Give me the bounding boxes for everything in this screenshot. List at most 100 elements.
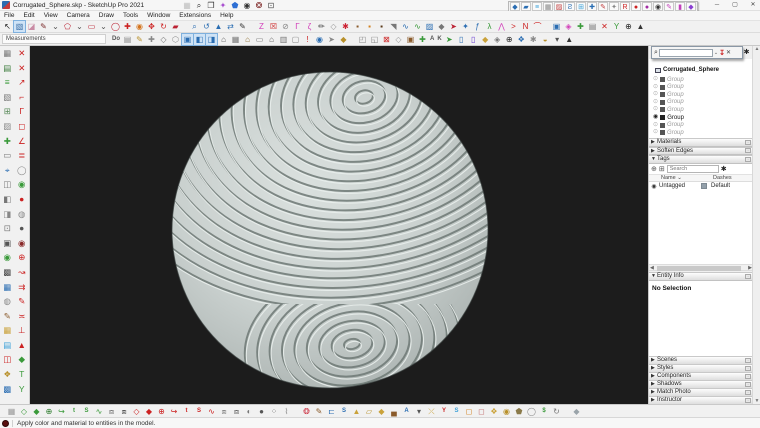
- section-menu-button[interactable]: ·: [745, 357, 751, 363]
- plugin-tool-icon[interactable]: ▪: [376, 21, 387, 32]
- pin-icon[interactable]: ↧: [719, 49, 725, 57]
- plugin-tool-icon[interactable]: ⌄: [74, 21, 85, 32]
- eye-icon[interactable]: ◉: [649, 183, 659, 190]
- plugin-tool-icon[interactable]: ↪: [56, 406, 67, 417]
- plugin-tool-icon[interactable]: A: [401, 406, 412, 417]
- outliner-group-row[interactable]: ⊙ Group: [653, 91, 684, 98]
- tags-details-icon[interactable]: ✱: [721, 165, 727, 173]
- plugin-tool-icon[interactable]: ▪: [352, 21, 363, 32]
- menu-item-tools[interactable]: Tools: [123, 12, 138, 19]
- plugin-tool-icon[interactable]: $: [539, 406, 550, 417]
- plugin-tool-icon[interactable]: ➤: [444, 34, 455, 45]
- plugin-tool-icon[interactable]: ◆: [480, 34, 491, 45]
- plugin-tool-icon[interactable]: ⌒: [532, 21, 543, 32]
- plugin-tool-icon[interactable]: ◉: [653, 2, 663, 11]
- menu-item-help[interactable]: Help: [220, 12, 233, 19]
- plugin-tool-icon[interactable]: ▤: [1, 62, 13, 74]
- plugin-tool-icon[interactable]: ◆: [436, 21, 447, 32]
- plugin-tool-icon[interactable]: ✦: [460, 21, 471, 32]
- plugin-tool-icon[interactable]: ⊕: [623, 21, 634, 32]
- section-menu-button[interactable]: ·: [745, 365, 751, 371]
- plugin-tool-icon[interactable]: K: [436, 34, 442, 45]
- plugin-tool-icon[interactable]: ▣: [405, 34, 416, 45]
- plugin-tool-icon[interactable]: ↗: [16, 76, 28, 88]
- plugin-tool-icon[interactable]: ✎: [16, 295, 28, 307]
- plugin-tool-icon[interactable]: S: [339, 406, 350, 417]
- plugin-tool-icon[interactable]: ✕: [599, 21, 610, 32]
- pen-icon[interactable]: ✎: [237, 21, 248, 32]
- plugin-tool-icon[interactable]: ▨: [424, 21, 435, 32]
- pencil-icon[interactable]: ✎: [38, 21, 49, 32]
- plugin-tool-icon[interactable]: ▩: [1, 266, 13, 278]
- plugin-tool-icon[interactable]: ◍: [1, 295, 13, 307]
- plugin-tool-icon[interactable]: ▢: [290, 34, 301, 45]
- plugin-tool-icon[interactable]: ◈: [492, 34, 503, 45]
- plugin-tool-icon[interactable]: >: [508, 21, 519, 32]
- plugin-tool-icon[interactable]: ▦: [6, 406, 17, 417]
- section-menu-button[interactable]: ·: [745, 148, 751, 154]
- lock-user-icon[interactable]: ⬟: [230, 1, 240, 11]
- house-icon[interactable]: ⌂: [266, 34, 277, 45]
- plugin-tool-icon[interactable]: ✕: [16, 62, 28, 74]
- tags-search-input[interactable]: [666, 164, 719, 173]
- plugin-tool-icon[interactable]: Y: [439, 406, 450, 417]
- outliner-group-row[interactable]: ◉ Group: [653, 114, 684, 121]
- plugin-tool-icon[interactable]: ⌄: [50, 21, 61, 32]
- plugin-tool-icon[interactable]: ⊠: [381, 34, 392, 45]
- plugin-tool-icon[interactable]: ✕: [16, 47, 28, 59]
- plugin-tool-icon[interactable]: ▦: [1, 324, 13, 336]
- plugin-tool-icon[interactable]: ✚: [417, 34, 428, 45]
- screen-share-icon[interactable]: ⊡: [266, 1, 276, 11]
- tag-row-untagged[interactable]: ◉ Untagged Default: [649, 182, 753, 190]
- plugin-tool-icon[interactable]: ●: [16, 222, 28, 234]
- plugin-tool-icon[interactable]: ▣: [181, 32, 194, 46]
- eye-icon[interactable]: ⊙: [653, 84, 658, 91]
- plugin-tool-icon[interactable]: ◨: [205, 32, 218, 46]
- plugin-tool-icon[interactable]: ✎: [134, 34, 145, 45]
- plugin-tool-icon[interactable]: t: [181, 406, 192, 417]
- plugin-tool-icon[interactable]: ◒: [540, 34, 551, 45]
- outliner-group-row[interactable]: ⊙ Group: [653, 129, 684, 136]
- plugin-tool-icon[interactable]: ◉: [1, 251, 13, 263]
- help-circle-icon[interactable]: [2, 419, 9, 427]
- plugin-tool-icon[interactable]: Ƨ: [565, 2, 575, 11]
- section-menu-button[interactable]: ·: [745, 156, 751, 162]
- plugin-tool-icon[interactable]: ∿: [400, 21, 411, 32]
- plugin-tool-icon[interactable]: ▄: [389, 406, 400, 417]
- plugin-tool-icon[interactable]: ◧: [1, 193, 13, 205]
- plugin-tool-icon[interactable]: ☒: [268, 21, 279, 32]
- plugin-tool-icon[interactable]: ⊞: [1, 105, 13, 117]
- plugin-tool-icon[interactable]: ◆: [510, 2, 520, 11]
- plugin-tool-icon[interactable]: ▨: [1, 120, 13, 132]
- tag-color-swatch[interactable]: [701, 183, 707, 189]
- section-menu-button[interactable]: ·: [745, 381, 751, 387]
- section-menu-button[interactable]: ·: [745, 373, 751, 379]
- plugin-tool-icon[interactable]: ▲: [16, 339, 28, 351]
- plugin-tool-icon[interactable]: ▾: [414, 406, 425, 417]
- plugin-tool-icon[interactable]: ◱: [369, 34, 380, 45]
- menu-item-edit[interactable]: Edit: [23, 12, 34, 19]
- menu-item-draw[interactable]: Draw: [99, 12, 114, 19]
- plugin-tool-icon[interactable]: ◇: [393, 34, 404, 45]
- eye-icon[interactable]: ⊙: [653, 91, 658, 98]
- plugin-tool-icon[interactable]: ⤫: [426, 406, 437, 417]
- plugin-tool-icon[interactable]: ⌖: [1, 164, 13, 176]
- minimize-button[interactable]: ─: [712, 0, 722, 11]
- plugin-tool-icon[interactable]: ◉: [314, 34, 325, 45]
- plugin-tool-icon[interactable]: ◆: [144, 406, 155, 417]
- sparkle-icon[interactable]: ✦: [218, 1, 228, 11]
- search-input[interactable]: [658, 48, 713, 57]
- plugin-tool-icon[interactable]: !: [302, 34, 313, 45]
- plugin-tool-icon[interactable]: ◥: [388, 21, 399, 32]
- plugin-tool-icon[interactable]: ✚: [587, 2, 597, 11]
- eraser-icon[interactable]: ◪: [26, 21, 37, 32]
- plugin-tool-icon[interactable]: ✚: [146, 34, 157, 45]
- plugin-tool-icon[interactable]: ◰: [357, 34, 368, 45]
- plugin-tool-icon[interactable]: ▭: [1, 149, 13, 161]
- plugin-tool-icon[interactable]: ⊕: [504, 34, 515, 45]
- plugin-tool-icon[interactable]: ▰: [521, 2, 531, 11]
- plugin-tool-icon[interactable]: ∠: [16, 135, 28, 147]
- plugin-tool-icon[interactable]: ▦: [230, 34, 241, 45]
- plugin-tool-icon[interactable]: ◇: [158, 34, 169, 45]
- plugin-tool-icon[interactable]: ≡: [1, 76, 13, 88]
